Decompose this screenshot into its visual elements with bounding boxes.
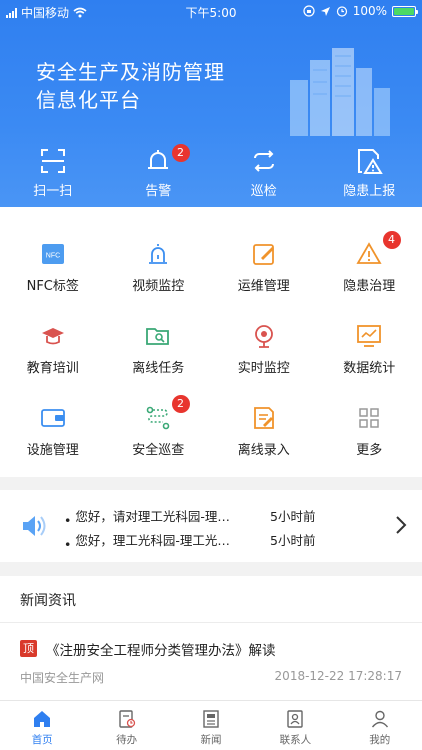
- news-section: 新闻资讯 顶 《注册安全工程师分类管理办法》解读 中国安全生产网 2018-12…: [0, 576, 422, 700]
- svg-text:NFC: NFC: [46, 253, 60, 260]
- warning-icon: [356, 242, 382, 264]
- edit-icon: [252, 244, 274, 265]
- statistics-button[interactable]: 数据统计: [317, 323, 422, 405]
- location-icon: [320, 6, 330, 16]
- home-icon: [34, 711, 51, 727]
- tab-bar: 首页 待办 新闻 联系人 我的: [0, 700, 422, 750]
- alarm-clock-icon: [336, 6, 347, 17]
- notice-item[interactable]: • 您好，请对理工光科园-理… 5小时前: [64, 506, 374, 528]
- more-button[interactable]: 更多: [317, 405, 422, 477]
- video-monitor-button[interactable]: 视频监控: [106, 241, 212, 323]
- folder-search-icon: [146, 328, 170, 345]
- tab-news[interactable]: 新闻: [169, 701, 253, 750]
- tab-home[interactable]: 首页: [0, 701, 84, 750]
- feature-grid: NFC NFC标签 视频监控 运维管理 隐患治理 4 教育培训 离线任务 实时监…: [0, 207, 422, 477]
- status-bar: 中国移动 下午5:00 100%: [0, 0, 422, 22]
- chevron-right-icon[interactable]: [394, 514, 408, 536]
- hazard-management-button[interactable]: 隐患治理 4: [317, 231, 422, 323]
- wallet-icon: [40, 409, 65, 427]
- news-date: 2018-12-22 17:28:17: [274, 669, 402, 683]
- news-title[interactable]: 《注册安全工程师分类管理办法》解读: [46, 639, 276, 659]
- hazard-report-icon: [358, 149, 384, 174]
- bell-icon: [148, 150, 169, 169]
- pinned-tag: 顶: [20, 640, 37, 657]
- alert-badge: 2: [171, 144, 190, 162]
- news-source: 中国安全生产网: [20, 671, 105, 685]
- quick-actions: 扫一扫 告警 2 巡检 隐患上报: [0, 144, 422, 204]
- bullet: •: [64, 537, 72, 552]
- repeat-icon: [253, 150, 274, 172]
- offline-entry-button[interactable]: 离线录入: [211, 405, 317, 477]
- facility-management-button[interactable]: 设施管理: [0, 405, 106, 477]
- patrol-badge: 2: [171, 395, 190, 413]
- graduation-cap-icon: [41, 328, 64, 345]
- tab-profile[interactable]: 我的: [338, 701, 422, 750]
- battery-percent: 100%: [352, 4, 387, 18]
- ops-management-button[interactable]: 运维管理: [211, 241, 317, 323]
- more-grid-icon: [359, 408, 379, 428]
- hazard-report-button[interactable]: 隐患上报: [317, 146, 422, 204]
- tab-todo[interactable]: 待办: [84, 701, 168, 750]
- scan-button[interactable]: 扫一扫: [0, 146, 106, 204]
- route-icon: [146, 406, 170, 430]
- notice-item[interactable]: • 您好，理工光科园-理工光… 5小时前: [64, 530, 374, 552]
- speaker-icon: [23, 516, 46, 536]
- bullet: •: [64, 513, 72, 528]
- nfc-icon: NFC: [41, 244, 64, 264]
- chart-icon: [357, 325, 382, 347]
- news-heading: 新闻资讯: [20, 593, 76, 609]
- patrol-button[interactable]: 巡检: [211, 146, 317, 204]
- hazard-badge: 4: [382, 231, 401, 249]
- scan-icon: [40, 149, 65, 173]
- safety-patrol-button[interactable]: 安全巡查 2: [106, 395, 212, 477]
- rotation-lock-icon: [303, 5, 315, 17]
- app-title: 安全生产及消防管理 信息化平台: [36, 60, 225, 112]
- battery-icon: [392, 5, 418, 17]
- news-icon: [203, 710, 219, 728]
- tab-contacts[interactable]: 联系人: [253, 701, 337, 750]
- user-icon: [371, 710, 388, 728]
- divider: [0, 622, 422, 623]
- webcam-icon: [254, 325, 273, 348]
- realtime-monitor-button[interactable]: 实时监控: [211, 323, 317, 405]
- alarm-light-icon: [149, 244, 168, 264]
- notice-panel[interactable]: • 您好，请对理工光科园-理… 5小时前 • 您好，理工光科园-理工光… 5小时…: [0, 490, 422, 562]
- city-skyline-illustration: [290, 48, 390, 136]
- alert-button[interactable]: 告警 2: [106, 144, 212, 204]
- document-edit-icon: [253, 407, 274, 429]
- nfc-tag-button[interactable]: NFC NFC标签: [0, 241, 106, 323]
- offline-task-button[interactable]: 离线任务: [106, 323, 212, 405]
- contacts-icon: [287, 710, 304, 728]
- training-button[interactable]: 教育培训: [0, 323, 106, 405]
- todo-icon: [118, 710, 135, 728]
- header-banner: 中国移动 下午5:00 100% 安全生产及消防管理 信息化平台 扫一扫 告警 …: [0, 0, 422, 207]
